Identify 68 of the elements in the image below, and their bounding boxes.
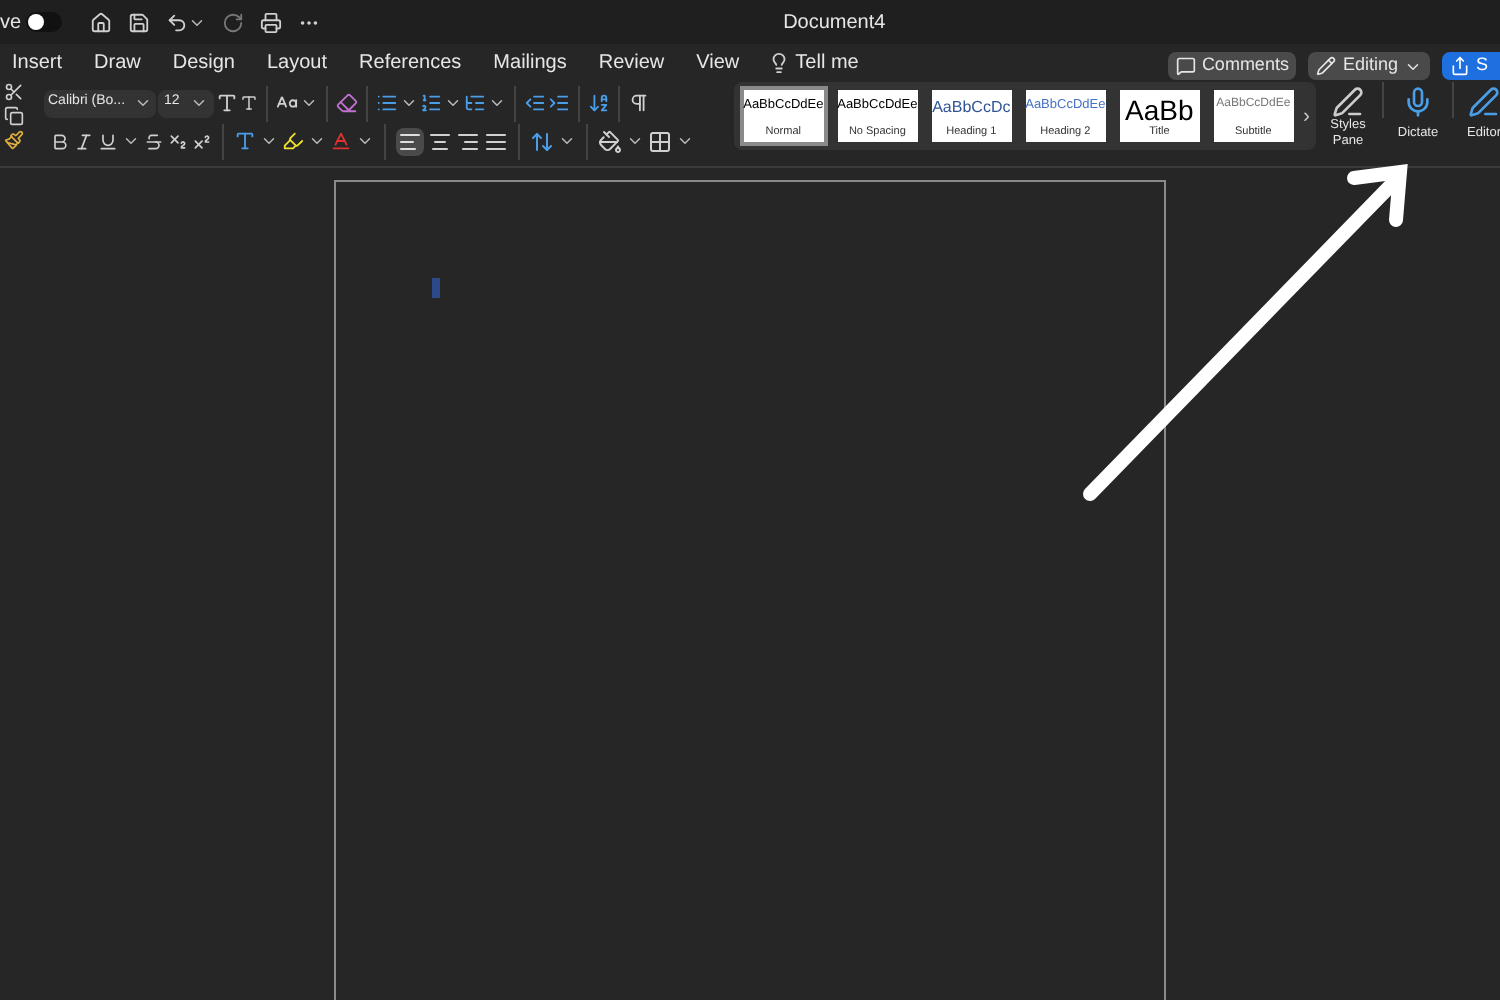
copy-icon[interactable] [4,106,24,126]
underline-icon[interactable] [98,131,118,151]
sort-icon[interactable] [588,92,610,114]
style-preview: AaBbCcDc [932,96,1011,120]
ribbon-tab[interactable]: Design [172,47,235,77]
caret-icon[interactable] [260,132,278,150]
caret-icon[interactable] [190,94,208,112]
caret-icon[interactable] [626,132,644,150]
ribbon-tab[interactable]: References [359,47,462,77]
redo-icon[interactable] [221,11,244,33]
font-color-icon[interactable] [330,130,352,152]
caret-icon[interactable] [122,132,140,150]
caret-icon[interactable] [308,132,326,150]
caret-icon[interactable] [444,94,462,112]
caret-icon[interactable] [676,132,694,150]
bold-icon[interactable] [50,131,70,151]
superscript-icon[interactable] [192,131,212,151]
italic-icon[interactable] [74,131,94,151]
pencil-icon [1316,56,1337,76]
speech-bubble-icon [1175,56,1196,76]
style-preview: AaBb [1125,96,1194,124]
print-icon[interactable] [259,11,282,33]
home-icon[interactable] [89,11,112,33]
align-left-button[interactable] [396,127,424,155]
decrease-indent-icon[interactable] [524,92,546,114]
ribbon-tab[interactable]: Review [598,47,665,77]
editing-button[interactable]: Editing [1308,52,1430,80]
justify-icon[interactable] [484,129,508,153]
ribbon-tab[interactable]: Insert [12,47,63,77]
scissors-icon[interactable] [4,82,24,102]
caret-icon[interactable] [356,132,374,150]
highlighter-icon[interactable] [282,130,304,152]
lightbulb-icon[interactable] [767,51,790,73]
share-icon [1449,56,1470,76]
undo-icon[interactable] [165,11,188,33]
increase-indent-icon[interactable] [548,92,570,114]
share-button[interactable]: S [1441,52,1500,80]
change-case-icon[interactable] [276,92,298,114]
caret-icon[interactable] [300,94,318,112]
pilcrow-icon[interactable] [628,92,650,114]
tell-me-search[interactable]: Tell me [795,47,859,77]
clear-formatting-icon[interactable] [336,92,358,114]
caret-icon[interactable] [400,94,418,112]
ribbon-tab[interactable]: Mailings [493,47,567,77]
bullets-icon[interactable] [376,92,398,114]
ribbon-tab[interactable]: Draw [94,47,141,77]
text-cursor [432,278,440,298]
caret-icon[interactable] [488,94,506,112]
paintbrush-icon[interactable] [4,130,24,150]
numbering-icon[interactable] [420,92,442,114]
borders-icon[interactable] [648,129,672,153]
caret-icon[interactable] [134,94,152,112]
line-spacing-icon[interactable] [530,129,554,153]
subscript-icon[interactable] [168,131,188,151]
autosave-label: ve [0,9,22,37]
multilevel-list-icon[interactable] [464,92,486,114]
autosave-toggle[interactable] [25,12,62,32]
more-styles-button[interactable]: › [1303,101,1310,131]
ribbon-tab[interactable]: Layout [267,47,328,77]
ribbon-tab[interactable]: View [696,47,740,77]
save-icon[interactable] [127,11,150,33]
strikethrough-icon[interactable] [144,131,164,151]
document-title: Document4 [783,9,886,37]
comments-button[interactable]: Comments [1167,52,1297,80]
caret-icon[interactable] [558,132,576,150]
align-center-icon[interactable] [428,129,452,153]
microphone-icon[interactable] [1402,86,1434,118]
align-right-icon[interactable] [456,129,480,153]
